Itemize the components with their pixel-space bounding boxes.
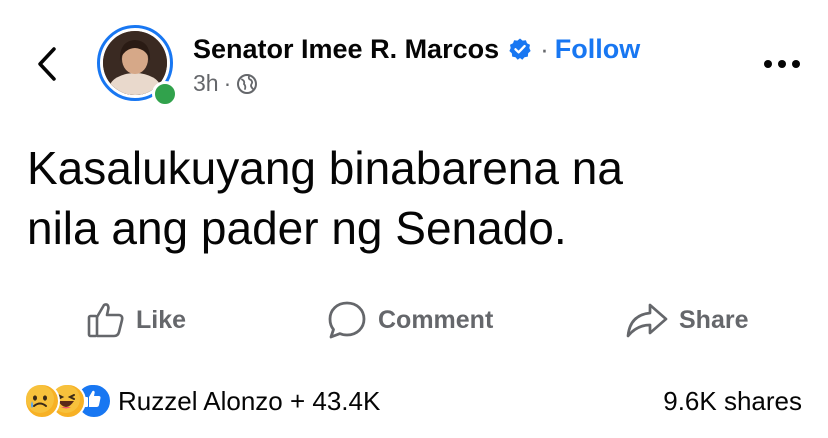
more-options-button[interactable] xyxy=(757,52,807,76)
verified-badge-icon xyxy=(509,38,531,60)
reaction-count[interactable]: Ruzzel Alonzo + 43.4K xyxy=(118,386,380,417)
online-status-dot xyxy=(152,81,178,107)
like-label: Like xyxy=(136,305,187,334)
meta-separator: · xyxy=(223,70,232,96)
share-button[interactable]: Share xyxy=(625,298,748,342)
comment-label: Comment xyxy=(378,305,494,334)
reactions-summary[interactable]: Ruzzel Alonzo + 43.4K xyxy=(24,383,380,419)
shares-count[interactable]: 9.6K shares xyxy=(663,384,802,418)
like-button[interactable]: Like xyxy=(86,298,186,342)
globe-icon xyxy=(237,73,258,94)
author-row: Senator Imee R. Marcos · Follow xyxy=(193,31,640,67)
avatar[interactable] xyxy=(97,25,179,107)
comment-button[interactable]: Comment xyxy=(326,298,493,342)
post-text-line: nila ang pader ng Senado. xyxy=(27,202,567,254)
post-meta: 3h · xyxy=(193,70,258,97)
share-arrow-icon xyxy=(626,303,668,338)
author-name[interactable]: Senator Imee R. Marcos xyxy=(193,34,499,65)
sad-reaction-icon xyxy=(24,383,60,419)
chevron-left-icon xyxy=(38,47,56,81)
thumbs-up-icon xyxy=(87,303,124,338)
post-body: Kasalukuyang binabarena na nila ang pade… xyxy=(27,138,787,258)
post-time[interactable]: 3h xyxy=(193,70,219,97)
back-button[interactable] xyxy=(30,44,64,84)
comment-bubble-icon xyxy=(328,301,366,339)
follow-button[interactable]: Follow xyxy=(555,34,640,65)
share-label: Share xyxy=(679,305,749,334)
name-separator: · xyxy=(540,33,549,64)
more-horizontal-icon xyxy=(764,60,800,68)
post-text-line: Kasalukuyang binabarena na xyxy=(27,142,623,194)
